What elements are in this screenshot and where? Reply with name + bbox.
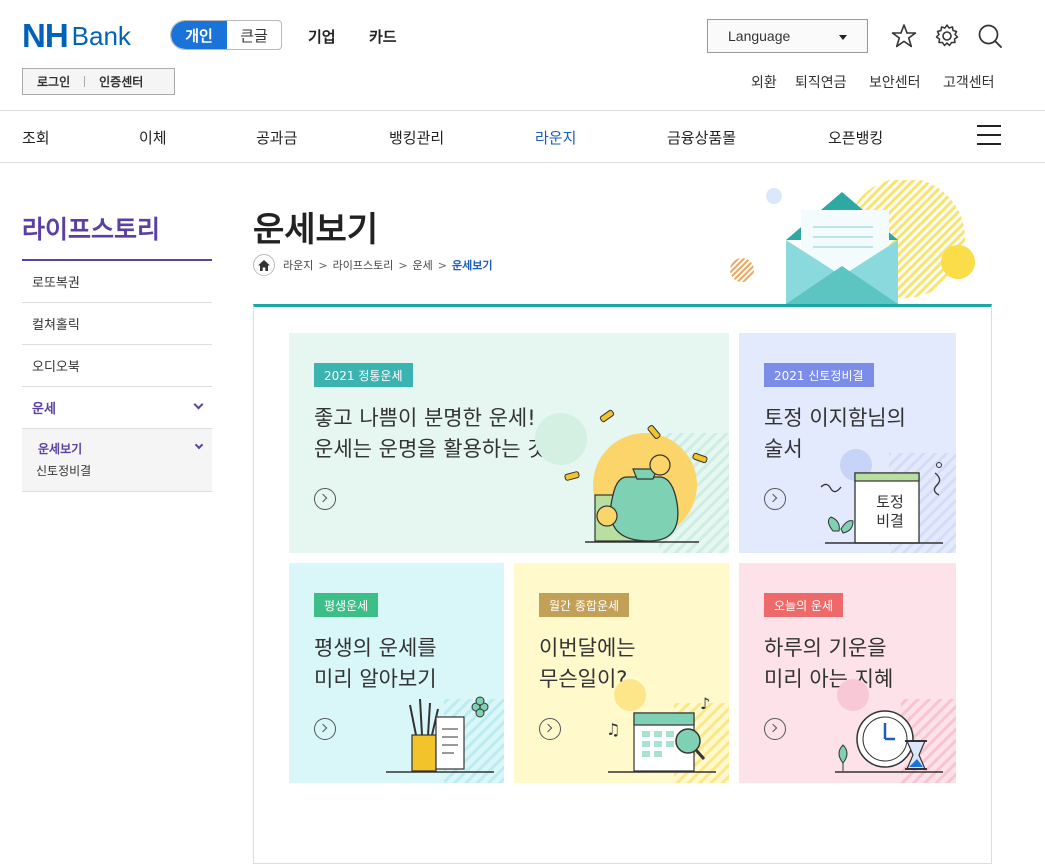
util-fx[interactable]: 외환 <box>751 72 777 92</box>
gear-icon[interactable] <box>933 22 961 50</box>
breadcrumb-item[interactable]: 라이프스토리 <box>333 257 394 273</box>
gnb-banking-mgmt[interactable]: 뱅킹관리 <box>389 127 444 148</box>
side-item-fortune[interactable]: 운세 <box>22 387 212 429</box>
language-label: Language <box>728 28 791 44</box>
side-item-audiobook[interactable]: 오디오북 <box>22 345 212 387</box>
main-nav: 조회 이체 공과금 뱅킹관리 라운지 금융상품몰 오픈뱅킹 <box>0 111 1045 163</box>
brush-pot-icon <box>386 696 504 783</box>
svg-text:♪: ♪ <box>700 694 710 713</box>
side-sub-fortune-view-label: 운세보기 <box>38 441 83 456</box>
gnb-utility[interactable]: 공과금 <box>256 127 297 148</box>
arrow-right-icon[interactable] <box>764 718 786 740</box>
breadcrumb-item[interactable]: 운세 <box>413 257 433 273</box>
util-security[interactable]: 보안센터 <box>869 72 921 92</box>
header: NH Bank 개인 큰글 기업 카드 로그인 인증센터 Language 외환… <box>0 0 1045 111</box>
arrow-right-icon[interactable] <box>539 718 561 740</box>
caret-down-icon <box>839 35 847 40</box>
svg-text:♫: ♫ <box>606 720 620 739</box>
book-label: 토정 비결 <box>876 493 904 530</box>
side-item-culture[interactable]: 컬쳐홀릭 <box>22 303 212 345</box>
fortune-card-tojeong[interactable]: 2021 신토정비결 토정 이지함님의 술서 토정 비결 <box>739 333 956 553</box>
side-subnav: 운세보기 신토정비결 <box>22 429 212 492</box>
gnb-inquiry[interactable]: 조회 <box>22 127 50 148</box>
nh-bank-logo[interactable]: NH Bank <box>22 17 131 54</box>
fortune-card-today[interactable]: 오늘의 운세 하루의 기운을 미리 아는 지혜 <box>739 563 956 783</box>
card-badge: 월간 종합운세 <box>539 593 630 617</box>
gnb-lounge[interactable]: 라운지 <box>535 127 576 148</box>
side-item-lotto[interactable]: 로또복권 <box>22 261 212 303</box>
card-badge: 오늘의 운세 <box>764 593 844 617</box>
logo-nh-text: NH <box>22 17 69 54</box>
gnb-transfer[interactable]: 이체 <box>139 127 167 148</box>
star-icon[interactable] <box>890 22 918 50</box>
side-sub-fortune-view[interactable]: 운세보기 <box>38 437 212 459</box>
login-button[interactable]: 로그인 <box>23 73 84 90</box>
money-bag-icon <box>535 409 729 553</box>
mode-personal-button[interactable]: 개인 <box>171 21 227 49</box>
logo-bank-text: Bank <box>71 20 131 51</box>
card-badge: 2021 신토정비결 <box>764 363 874 387</box>
side-item-fortune-label: 운세 <box>32 402 56 417</box>
card-badge: 평생운세 <box>314 593 379 617</box>
nav-card[interactable]: 카드 <box>369 26 397 47</box>
breadcrumb-item[interactable]: 라운지 <box>283 257 313 273</box>
calendar-icon: ♫ ♪ <box>606 679 729 783</box>
side-nav-title: 라이프스토리 <box>22 200 212 261</box>
util-pension[interactable]: 퇴직연금 <box>795 72 847 92</box>
chevron-down-icon <box>193 399 204 410</box>
home-icon[interactable] <box>253 254 275 276</box>
page-title: 운세보기 <box>253 210 379 250</box>
arrow-right-icon[interactable] <box>314 488 336 510</box>
side-sub-tojeong[interactable]: 신토정비결 <box>36 459 212 481</box>
nav-corporate[interactable]: 기업 <box>308 26 336 47</box>
fortune-card-lifetime[interactable]: 평생운세 평생의 운세를 미리 알아보기 <box>289 563 504 783</box>
side-nav: 라이프스토리 로또복권 컬쳐홀릭 오디오북 운세 운세보기 신토정비결 <box>22 200 212 492</box>
util-customer[interactable]: 고객센터 <box>943 72 995 92</box>
breadcrumb-current: 운세보기 <box>452 259 493 272</box>
arrow-right-icon[interactable] <box>764 488 786 510</box>
card-badge: 2021 정통운세 <box>314 363 413 387</box>
card-text: 평생의 운세를 미리 알아보기 <box>314 636 437 691</box>
gnb-openbanking[interactable]: 오픈뱅킹 <box>828 127 883 148</box>
mode-bigtext-button[interactable]: 큰글 <box>227 21 281 49</box>
menu-icon[interactable] <box>977 125 1001 147</box>
cert-center-button[interactable]: 인증센터 <box>85 73 157 90</box>
language-select[interactable]: Language <box>707 19 868 53</box>
card-text: 좋고 나쁨이 분명한 운세! 운세는 운명을 활용하는 것 <box>314 406 547 461</box>
envelope-illustration <box>730 180 975 304</box>
arrow-right-icon[interactable] <box>314 718 336 740</box>
fortune-card-traditional[interactable]: 2021 정통운세 좋고 나쁨이 분명한 운세! 운세는 운명을 활용하는 것 <box>289 333 729 553</box>
mode-toggle: 개인 큰글 <box>170 20 282 50</box>
clock-hourglass-icon <box>835 679 956 783</box>
auth-box: 로그인 인증센터 <box>22 68 175 95</box>
search-icon[interactable] <box>976 22 1004 50</box>
breadcrumb: 라운지 > 라이프스토리 > 운세 > 운세보기 <box>253 254 493 276</box>
fortune-card-monthly[interactable]: 월간 종합운세 이번달에는 무슨일이? ♫ ♪ <box>514 563 729 783</box>
chevron-down-icon <box>194 440 204 450</box>
gnb-products[interactable]: 금융상품몰 <box>667 127 736 148</box>
